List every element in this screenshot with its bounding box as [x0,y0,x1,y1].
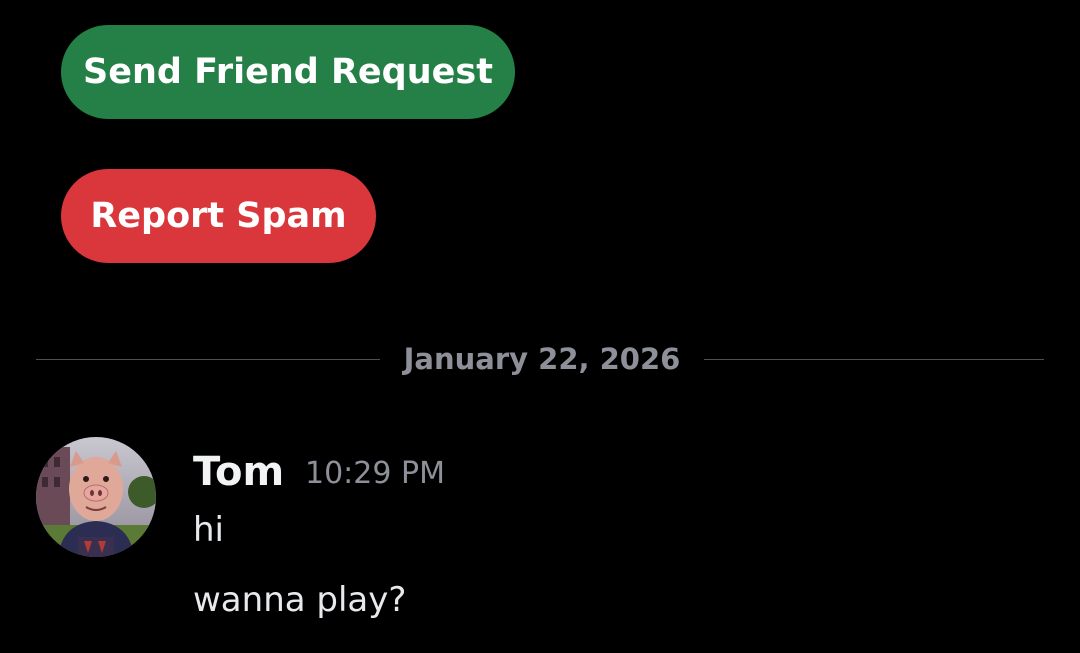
message-text: wanna play? [193,580,407,620]
divider-line-left [36,359,380,360]
date-divider-label: January 22, 2026 [403,342,681,376]
divider-line-right [704,359,1044,360]
date-divider: January 22, 2026 [36,337,1044,381]
message-author[interactable]: Tom [193,446,284,498]
message-text: hi [193,510,224,550]
report-spam-button[interactable]: Report Spam [61,169,376,263]
message-timestamp: 10:29 PM [305,456,445,491]
send-friend-request-button[interactable]: Send Friend Request [61,25,515,119]
avatar-image [36,437,156,557]
avatar[interactable] [36,437,156,557]
